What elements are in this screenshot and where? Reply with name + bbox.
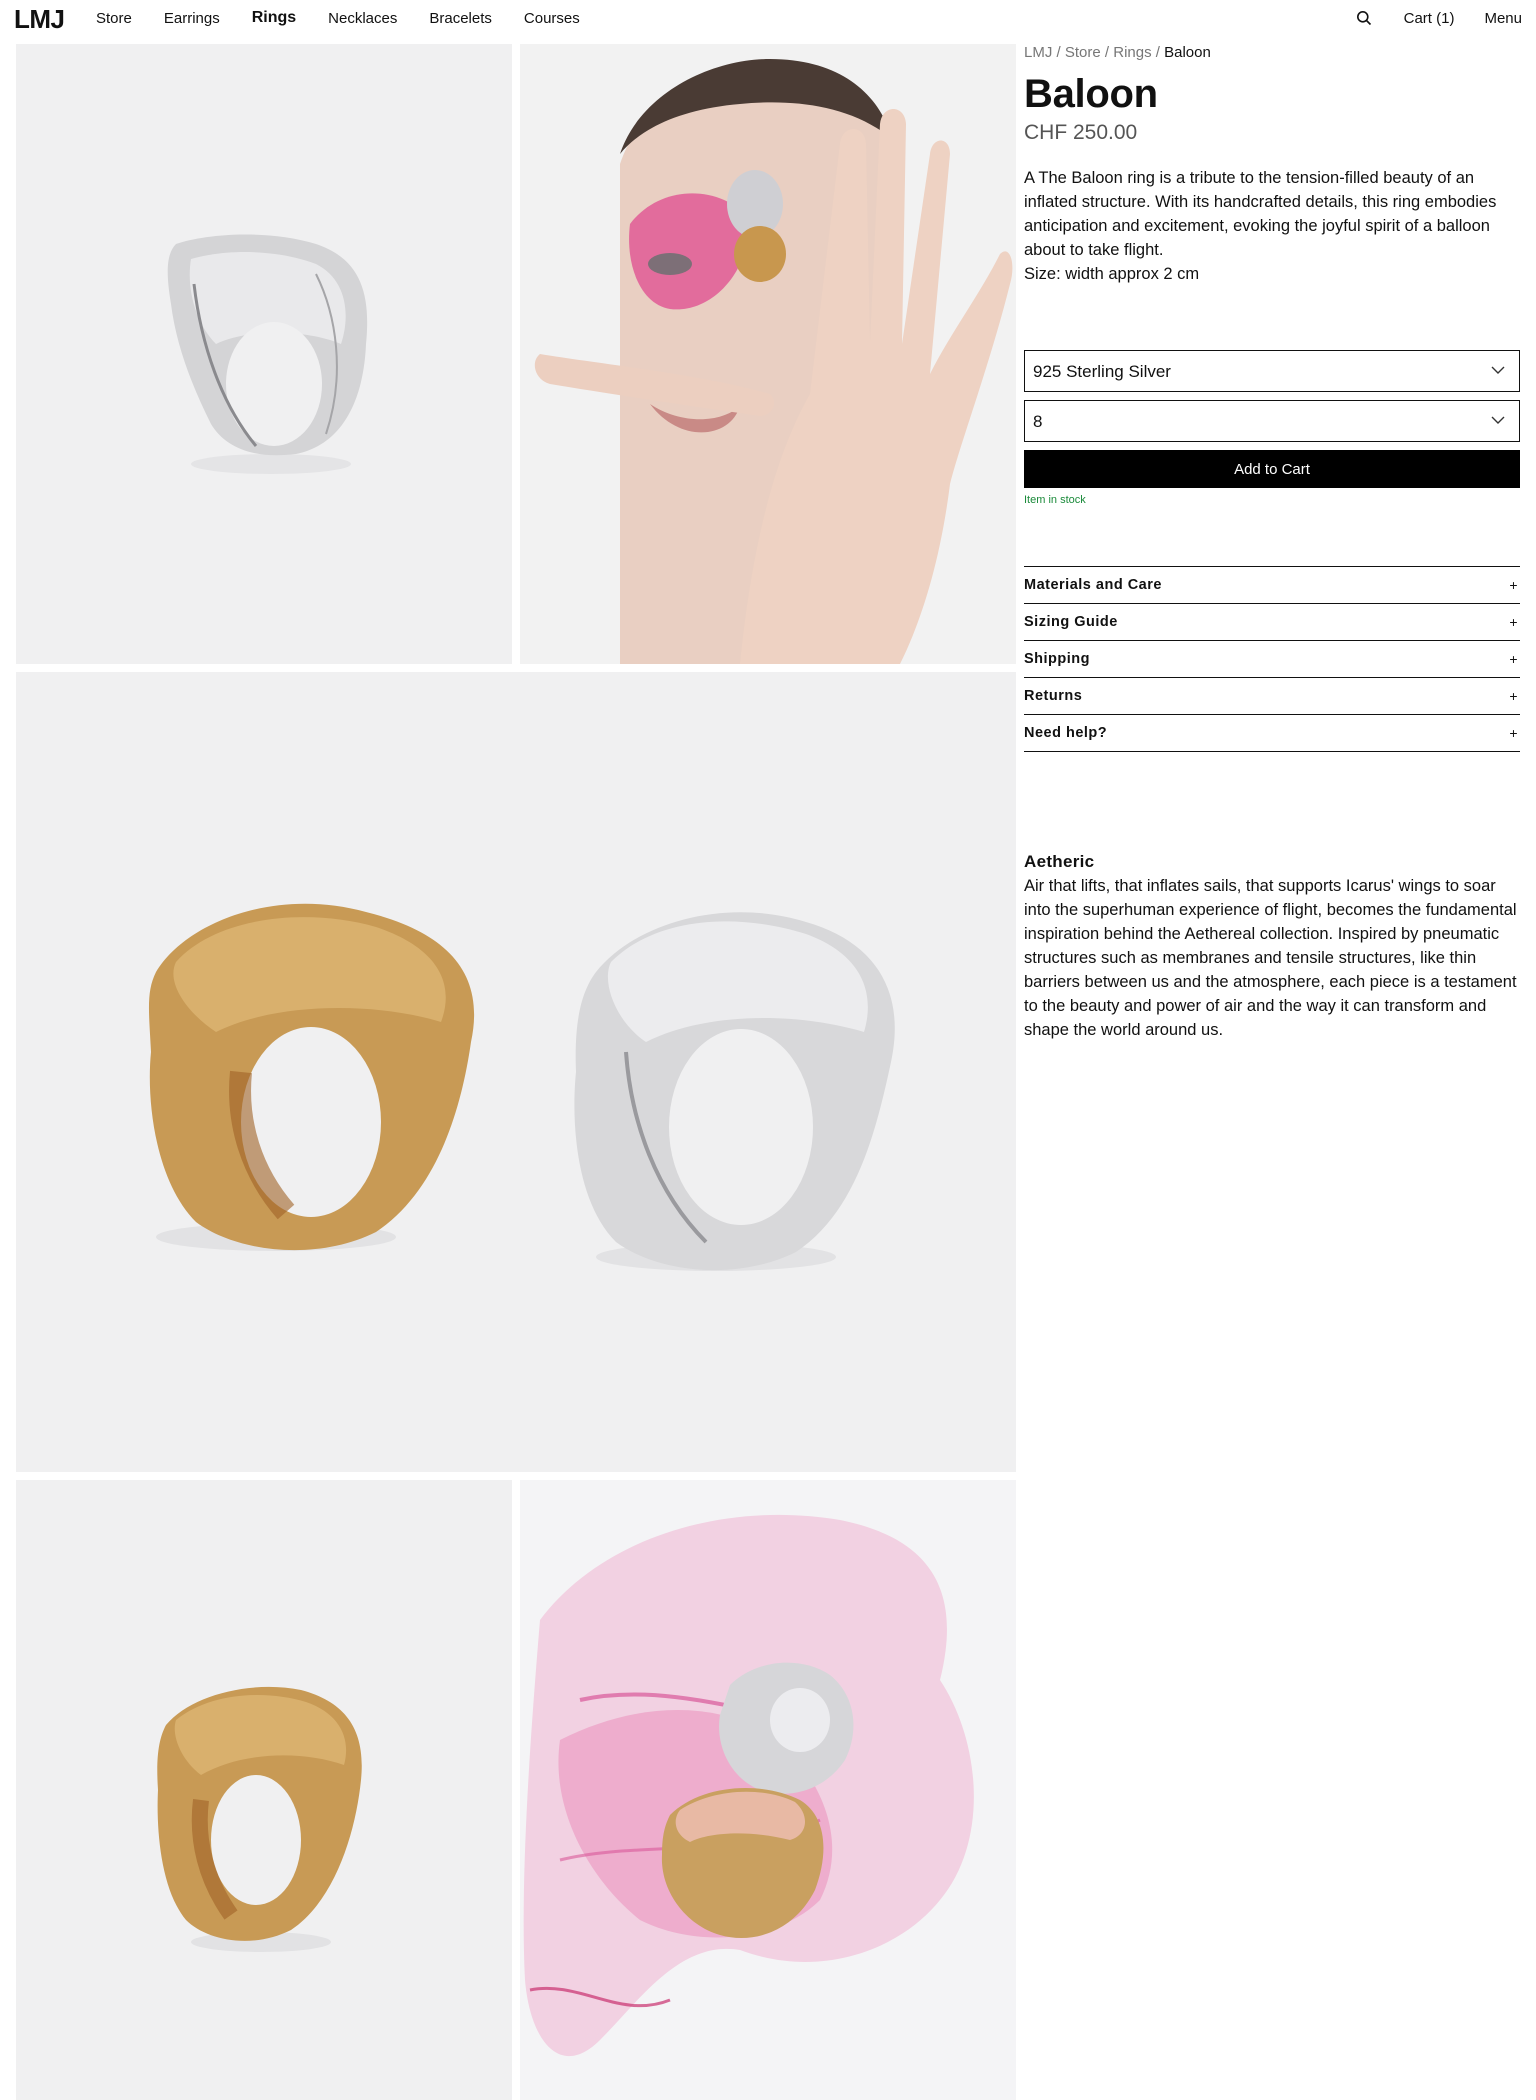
stock-status: Item in stock bbox=[1024, 494, 1086, 506]
accordion-label: Materials and Care bbox=[1024, 577, 1162, 593]
product-info-panel: LMJ / Store / Rings / Baloon Baloon CHF … bbox=[1024, 44, 1520, 1042]
nav-item-store[interactable]: Store bbox=[96, 10, 132, 27]
accordion-label: Returns bbox=[1024, 688, 1083, 704]
add-to-cart-button[interactable]: Add to Cart bbox=[1024, 450, 1520, 488]
collection-description: Air that lifts, that inflates sails, tha… bbox=[1024, 877, 1517, 1039]
plus-icon: + bbox=[1509, 688, 1518, 704]
breadcrumb-separator: / bbox=[1155, 44, 1165, 61]
breadcrumb-rings[interactable]: Rings bbox=[1113, 44, 1151, 61]
plus-icon: + bbox=[1509, 651, 1518, 667]
breadcrumb-lmj[interactable]: LMJ bbox=[1024, 44, 1052, 61]
breadcrumb-store[interactable]: Store bbox=[1065, 44, 1101, 61]
accordion-materials-and-care[interactable]: Materials and Care + bbox=[1024, 567, 1520, 604]
silver-ring-photo[interactable] bbox=[16, 44, 512, 664]
product-accordion: Materials and Care + Sizing Guide + Ship… bbox=[1024, 566, 1520, 752]
product-size-info: Size: width approx 2 cm bbox=[1024, 265, 1200, 283]
accordion-label: Shipping bbox=[1024, 651, 1091, 667]
breadcrumb-separator: / bbox=[1056, 44, 1065, 61]
nav-item-rings[interactable]: Rings bbox=[252, 9, 296, 27]
search-icon[interactable] bbox=[1356, 10, 1372, 26]
plus-icon: + bbox=[1509, 725, 1518, 741]
gold-ring-photo[interactable] bbox=[16, 1480, 512, 2100]
product-title: Baloon bbox=[1024, 72, 1158, 116]
breadcrumb-separator: / bbox=[1104, 44, 1114, 61]
chevron-down-icon bbox=[1491, 416, 1505, 424]
main-nav: Store Earrings Rings Necklaces Bracelets… bbox=[96, 0, 580, 36]
header-actions: Cart (1) Menu bbox=[1356, 0, 1522, 36]
material-select[interactable]: 925 Sterling Silver bbox=[1024, 350, 1520, 392]
accordion-sizing-guide[interactable]: Sizing Guide + bbox=[1024, 604, 1520, 641]
plus-icon: + bbox=[1509, 614, 1518, 630]
product-description: A The Baloon ring is a tribute to the te… bbox=[1024, 169, 1497, 259]
menu-button[interactable]: Menu bbox=[1484, 10, 1522, 27]
cart-link[interactable]: Cart (1) bbox=[1404, 10, 1455, 27]
plus-icon: + bbox=[1509, 577, 1518, 593]
nav-item-necklaces[interactable]: Necklaces bbox=[328, 10, 397, 27]
rings-on-pink-plastic-photo[interactable] bbox=[520, 1480, 1016, 2100]
product-price: CHF 250.00 bbox=[1024, 121, 1138, 144]
nav-item-earrings[interactable]: Earrings bbox=[164, 10, 220, 27]
nav-item-bracelets[interactable]: Bracelets bbox=[429, 10, 492, 27]
size-select-value: 8 bbox=[1033, 412, 1043, 431]
collection-section: Aetheric Air that lifts, that inflates s… bbox=[1024, 850, 1520, 1042]
nav-item-courses[interactable]: Courses bbox=[524, 10, 580, 27]
accordion-shipping[interactable]: Shipping + bbox=[1024, 641, 1520, 678]
site-logo[interactable]: LMJ bbox=[14, 4, 65, 35]
chevron-down-icon bbox=[1491, 366, 1505, 374]
site-header: LMJ Store Earrings Rings Necklaces Brace… bbox=[0, 0, 1536, 38]
size-select[interactable]: 8 bbox=[1024, 400, 1520, 442]
breadcrumb: LMJ / Store / Rings / Baloon bbox=[1024, 44, 1520, 64]
accordion-label: Need help? bbox=[1024, 725, 1108, 741]
gold-and-silver-rings-photo[interactable] bbox=[16, 672, 1016, 1472]
breadcrumb-current: Baloon bbox=[1164, 44, 1211, 61]
model-wearing-rings-photo[interactable] bbox=[520, 44, 1016, 664]
accordion-need-help[interactable]: Need help? + bbox=[1024, 715, 1520, 752]
material-select-value: 925 Sterling Silver bbox=[1033, 362, 1171, 381]
collection-title: Aetheric bbox=[1024, 852, 1095, 871]
accordion-label: Sizing Guide bbox=[1024, 614, 1118, 630]
accordion-returns[interactable]: Returns + bbox=[1024, 678, 1520, 715]
